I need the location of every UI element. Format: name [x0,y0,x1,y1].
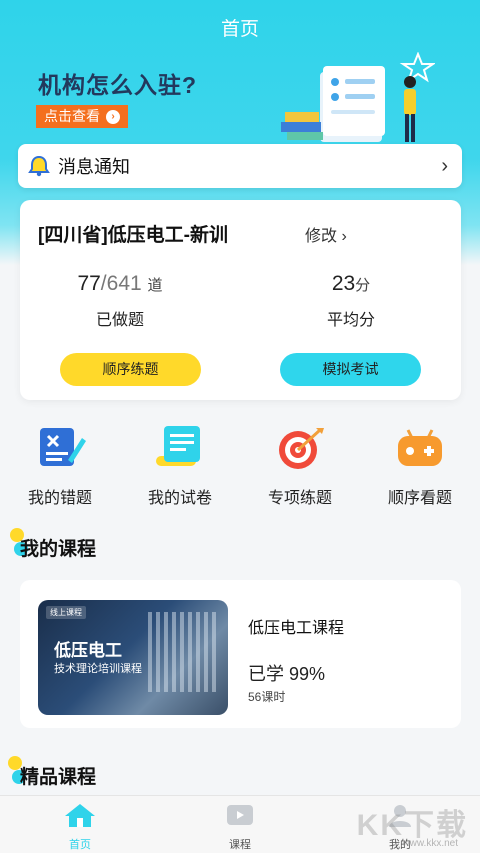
count-unit: 道 [147,277,163,294]
wrong-questions-icon [40,428,86,466]
course-icon [227,805,253,825]
gamepad-icon [398,429,442,466]
quick-special-practice[interactable]: 专项练题 [240,424,360,508]
course-hours: 56课时 [248,690,286,704]
star-icon [399,52,435,83]
featured-courses-title: 精品课程 [20,767,97,788]
chevron-right-icon: › [441,154,448,177]
home-icon [65,804,95,827]
notice-label: 消息通知 [58,157,130,177]
total-count: 641 [106,272,142,295]
quick-my-papers[interactable]: 我的试卷 [120,424,240,508]
arrow-right-icon: › [106,109,120,124]
score-unit: 分 [355,277,371,294]
avg-caption: 平均分 [326,312,375,329]
banner-button-label: 点击查看 [44,108,100,124]
notice-bar[interactable]: 消息通知 › [18,144,462,188]
tab-home[interactable]: 首页 [40,802,120,852]
quick-label: 我的错题 [27,490,92,507]
target-icon [279,428,324,469]
course-title: 低压电工课程 [248,620,345,637]
banner-title: 机构怎么入驻? [38,72,198,98]
progress-value: 99% [289,664,326,684]
bell-icon [28,155,50,177]
course-progress: 已学 99% [248,660,325,686]
tab-label: 首页 [69,839,91,851]
done-caption: 已做题 [95,312,144,329]
quick-wrong-questions[interactable]: 我的错题 [0,424,120,508]
modify-course-link[interactable]: 修改 › [305,222,347,246]
done-questions-stat: 77/641 道 已做题 [40,272,200,330]
tab-label: 课程 [229,839,251,851]
sequential-practice-button[interactable]: 顺序练题 [60,353,201,386]
thumbnail-subtitle: 技术理论培训课程 [54,663,142,675]
banner-view-button[interactable]: 点击查看 › [36,105,128,128]
average-score-stat: 23分 平均分 [271,272,431,330]
quick-label: 我的试卷 [147,490,212,507]
progress-label: 已学 [248,664,284,684]
banner-illustration [281,52,435,142]
stats-card: [四川省]低压电工-新训 修改 › 77/641 道 已做题 23分 平均分 顺… [20,200,461,400]
avg-score: 23 [331,272,356,295]
exam-paper-icon [156,426,200,466]
page-title: 首页 [220,19,259,40]
course-card[interactable]: 线上课程 低压电工 技术理论培训课程 低压电工课程 已学 99% 56课时 [20,580,461,728]
thumbnail-title: 低压电工 [54,641,122,660]
my-courses-title: 我的课程 [20,539,97,560]
tab-course[interactable]: 课程 [200,802,280,852]
mock-exam-button[interactable]: 模拟考试 [280,353,421,386]
quick-label: 专项练题 [267,490,332,507]
thumbnail-tag: 线上课程 [46,606,86,619]
watermark-url: www.kkx.net [402,838,458,849]
quick-sequential-view[interactable]: 顺序看题 [360,424,480,508]
course-thumbnail: 线上课程 低压电工 技术理论培训课程 [38,600,228,715]
done-count: 77 [77,272,101,295]
quick-label: 顺序看题 [387,490,452,507]
current-course-name: [四川省]低压电工-新训 [38,225,228,246]
